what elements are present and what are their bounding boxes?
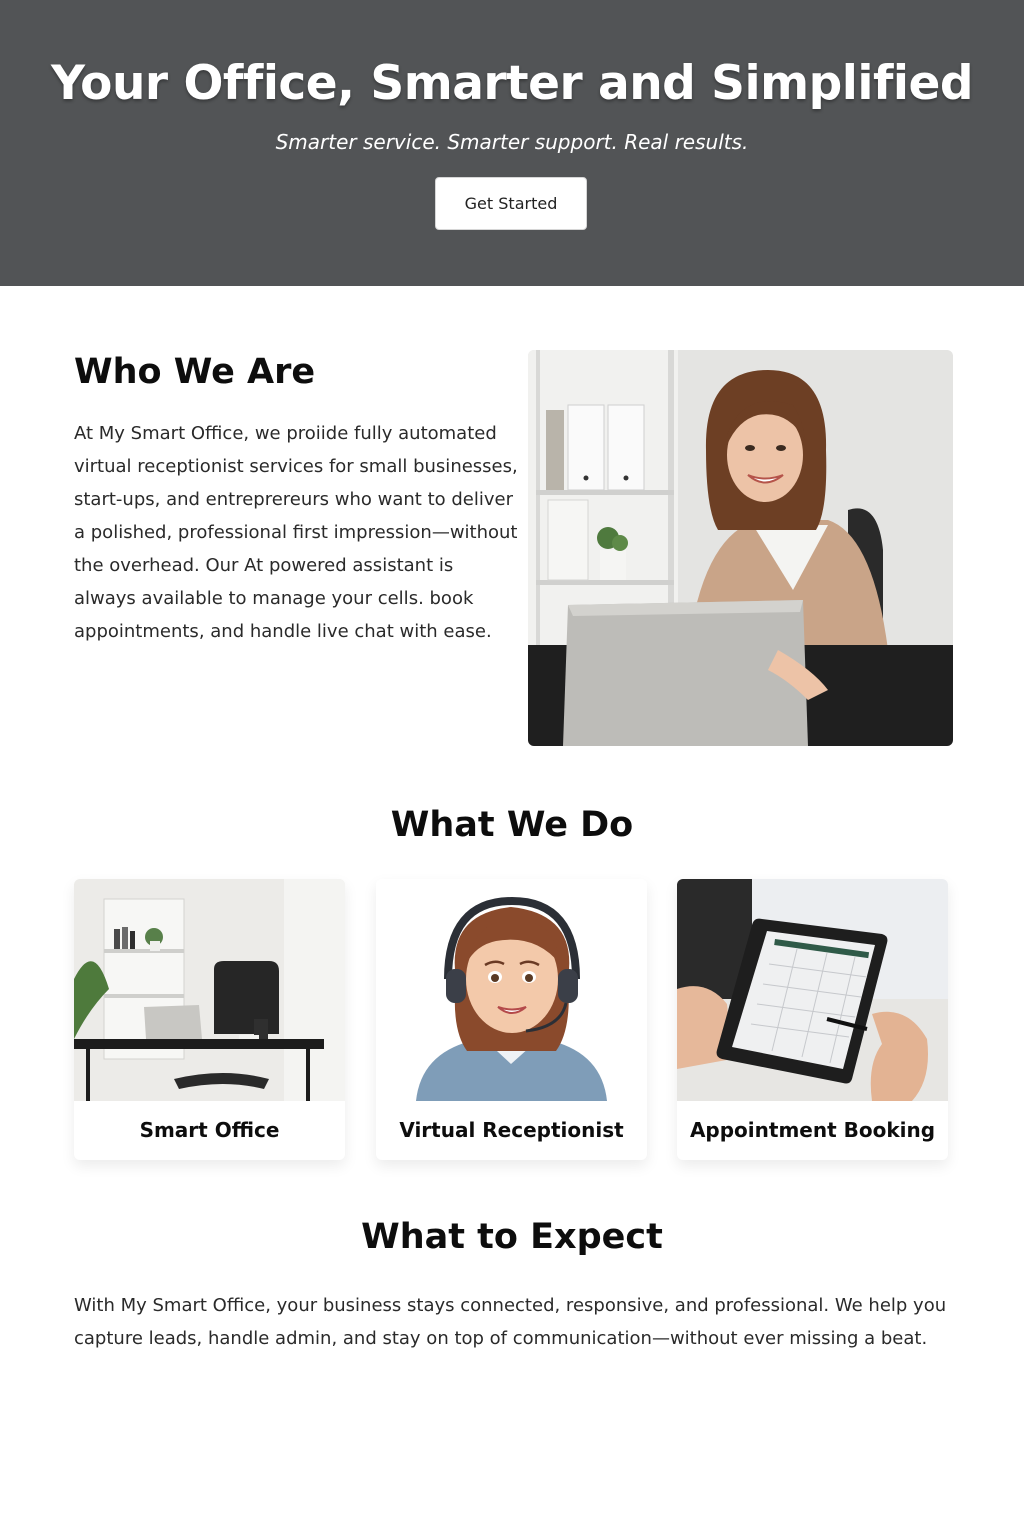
hero-banner: Your Office, Smarter and Simplified Smar…: [0, 0, 1024, 286]
card-label: Virtual Receptionist: [399, 1118, 624, 1142]
get-started-button[interactable]: Get Started: [435, 177, 587, 230]
card-label: Smart Office: [139, 1118, 280, 1142]
who-we-are-text: At My Smart Office, we proiide fully aut…: [74, 423, 518, 642]
what-to-expect-text: With My Smart Office, your business stay…: [74, 1295, 947, 1349]
hero-title: Your Office, Smarter and Simplified: [50, 56, 974, 111]
office-desk-photo: [74, 879, 345, 1101]
what-to-expect-heading: What to Expect: [361, 1217, 663, 1257]
receptionist-headset-illustration: [376, 879, 647, 1101]
who-we-are-heading: Who We Are: [74, 352, 316, 392]
woman-at-laptop-photo: [528, 350, 953, 746]
service-card-virtual-receptionist[interactable]: Virtual Receptionist: [376, 879, 647, 1160]
tablet-calendar-photo: [677, 879, 948, 1101]
card-label: Appointment Booking: [689, 1118, 936, 1142]
hero-subtitle: Smarter service. Smarter support. Real r…: [275, 130, 749, 154]
service-card-smart-office[interactable]: Smart Office: [74, 879, 345, 1160]
service-card-appointment-booking[interactable]: Appointment Booking: [677, 879, 948, 1160]
what-we-do-heading: What We Do: [390, 805, 634, 845]
